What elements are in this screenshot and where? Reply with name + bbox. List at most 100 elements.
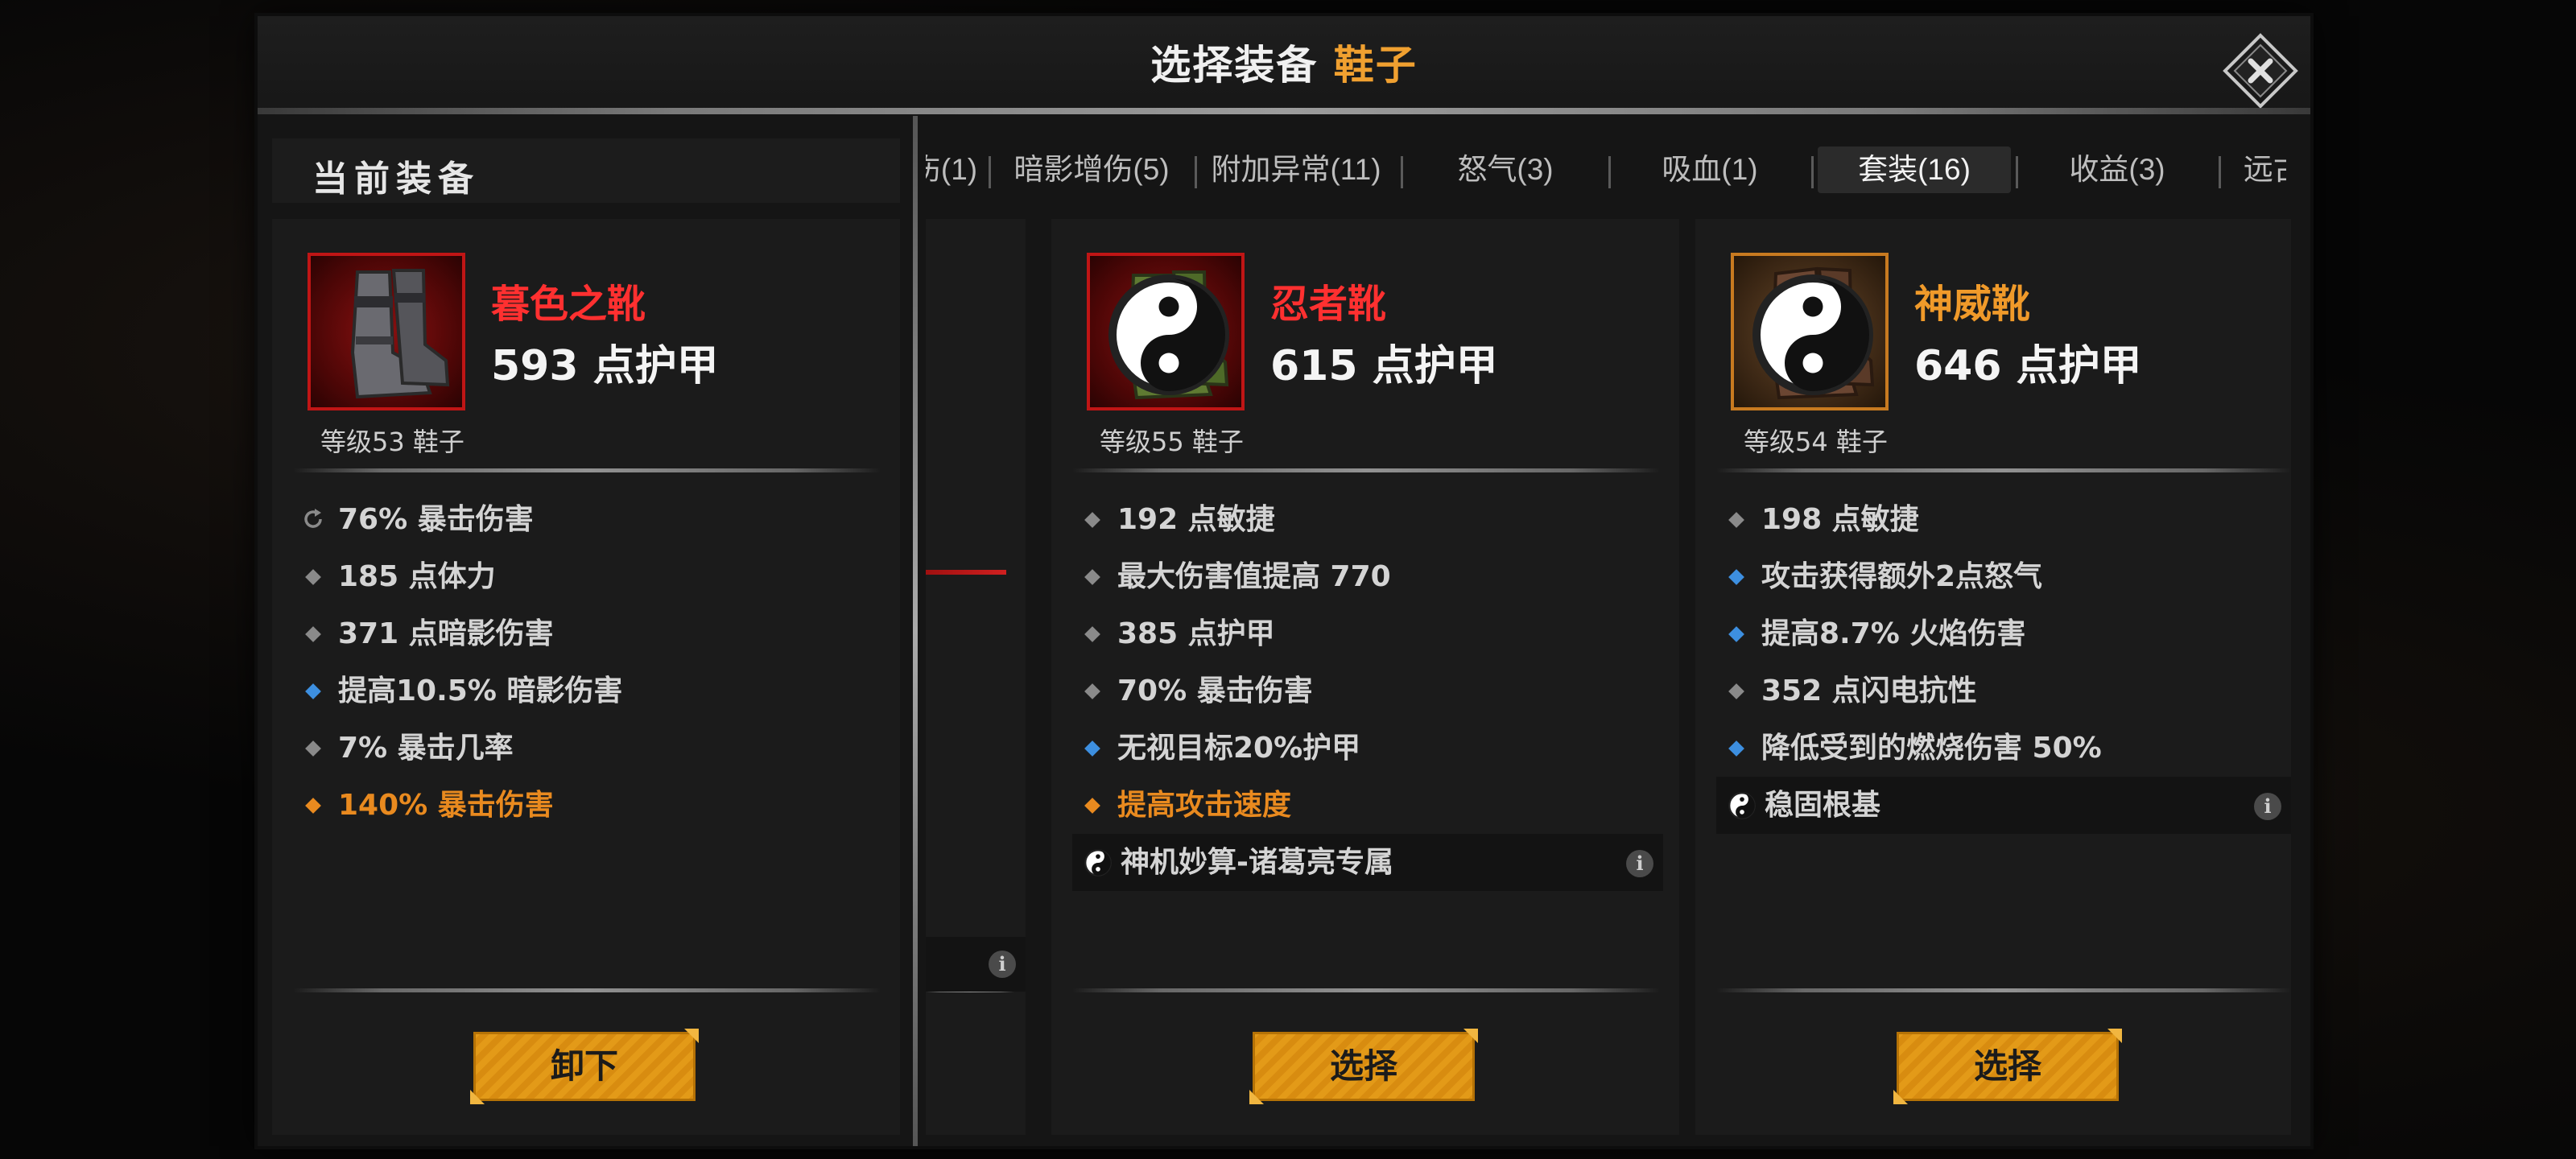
gray-diamond-icon bbox=[1084, 683, 1100, 699]
stat-line: 提高8.7% 火焰伤害 bbox=[1716, 605, 2291, 662]
item-name: 暮色之靴 bbox=[491, 282, 646, 327]
stats-divider bbox=[293, 468, 881, 472]
yin-yang-icon bbox=[1084, 849, 1112, 876]
title-bar: 选择装备 鞋子 bbox=[258, 16, 2310, 114]
tab-separator bbox=[1608, 156, 1611, 188]
refresh-icon bbox=[304, 509, 322, 528]
stats-list: 76% 暴击伤害 185 点体力 371 点暗影伤害 提高10.5% 暗影伤害 … bbox=[293, 491, 889, 834]
dialog-title: 选择装备 鞋子 bbox=[1150, 42, 1417, 89]
gray-diamond-icon bbox=[1084, 512, 1100, 528]
close-button[interactable] bbox=[2220, 31, 2301, 111]
blue-diamond-icon bbox=[1728, 626, 1744, 642]
dialog-title-slot: 鞋子 bbox=[1333, 42, 1418, 89]
stat-line: 提高10.5% 暗影伤害 bbox=[293, 662, 889, 720]
gray-diamond-icon bbox=[305, 740, 321, 757]
stat-line: 最大伤害值提高 770 bbox=[1072, 548, 1663, 605]
current-item-card: 暮色之靴 593 点护甲 等级53 鞋子 76% 暴击伤害 185 点体力 37… bbox=[272, 219, 900, 1135]
stat-line-legendary: 140% 暴击伤害 bbox=[293, 777, 889, 834]
filter-tabs: 伤(1) 暗影增伤(5) 附加异常(11) 怒气(3) 吸血(1) 套装(16)… bbox=[926, 140, 2286, 200]
blue-diamond-icon bbox=[1728, 740, 1744, 757]
stat-line: 70% 暴击伤害 bbox=[1072, 662, 1663, 720]
dialog-title-prefix: 选择装备 bbox=[1150, 42, 1319, 89]
select-button[interactable]: 选择 bbox=[1897, 1032, 2119, 1101]
item-level: 等级55 鞋子 bbox=[1100, 427, 1244, 457]
gray-diamond-icon bbox=[1728, 683, 1744, 699]
gray-diamond-icon bbox=[1084, 626, 1100, 642]
blue-diamond-icon bbox=[1084, 740, 1100, 757]
stat-line: 198 点敏捷 bbox=[1716, 491, 2291, 548]
stats-list: 198 点敏捷 攻击获得额外2点怒气 提高8.7% 火焰伤害 352 点闪电抗性… bbox=[1716, 491, 2291, 834]
item-level: 等级53 鞋子 bbox=[320, 427, 464, 457]
footer-divider bbox=[293, 988, 881, 992]
red-accent-bar bbox=[926, 570, 1006, 575]
equipment-select-dialog: 选择装备 鞋子 当前装备 暮色之靴 593 点护甲 等级53 鞋子 76% 暴击… bbox=[258, 16, 2310, 1146]
gray-diamond-icon bbox=[1084, 569, 1100, 585]
tab-item[interactable]: 怒气(3) bbox=[1407, 146, 1604, 193]
item-card-partial[interactable]: i bbox=[926, 219, 1026, 1135]
item-icon-frame bbox=[1087, 253, 1245, 410]
panel-divider bbox=[913, 116, 918, 1146]
stat-line: 无视目标20%护甲 bbox=[1072, 720, 1663, 777]
item-armor: 615 点护甲 bbox=[1270, 342, 1498, 390]
tab-item[interactable]: 远古/ bbox=[2225, 146, 2286, 193]
orange-diamond-icon bbox=[1084, 798, 1100, 814]
stat-line: 76% 暴击伤害 bbox=[293, 491, 889, 548]
item-armor: 593 点护甲 bbox=[491, 342, 719, 390]
tab-separator bbox=[2219, 156, 2221, 188]
stat-line: 192 点敏捷 bbox=[1072, 491, 1663, 548]
tab-item[interactable]: 吸血(1) bbox=[1613, 146, 1806, 193]
stats-divider bbox=[1716, 468, 2291, 472]
tab-item[interactable]: 伤(1) bbox=[926, 146, 979, 193]
tab-separator bbox=[1195, 156, 1197, 188]
tab-item[interactable]: 暗影增伤(5) bbox=[995, 146, 1188, 193]
tab-item[interactable]: 收益(3) bbox=[2021, 146, 2214, 193]
set-line-partial: i bbox=[926, 937, 1026, 992]
select-button[interactable]: 选择 bbox=[1253, 1032, 1475, 1101]
blue-diamond-icon bbox=[305, 683, 321, 699]
footer-divider bbox=[1072, 988, 1660, 992]
stat-line: 7% 暴击几率 bbox=[293, 720, 889, 777]
gray-diamond-icon bbox=[1728, 512, 1744, 528]
tab-item-active[interactable]: 套装(16) bbox=[1818, 146, 2011, 193]
stats-list: 192 点敏捷 最大伤害值提高 770 385 点护甲 70% 暴击伤害 无视目… bbox=[1072, 491, 1663, 891]
yin-yang-icon bbox=[1728, 792, 1756, 819]
item-card[interactable]: 忍者靴 615 点护甲 等级55 鞋子 192 点敏捷 最大伤害值提高 770 … bbox=[1051, 219, 1679, 1135]
title-divider bbox=[258, 108, 2310, 114]
yin-yang-icon bbox=[1108, 274, 1229, 395]
yin-yang-icon bbox=[1752, 274, 1873, 395]
item-armor: 646 点护甲 bbox=[1914, 342, 2142, 390]
stat-line: 降低受到的燃烧伤害 50% bbox=[1716, 720, 2291, 777]
item-level: 等级54 鞋子 bbox=[1744, 427, 1888, 457]
tab-separator bbox=[989, 156, 991, 188]
info-icon[interactable]: i bbox=[2254, 793, 2281, 820]
stat-line: 371 点暗影伤害 bbox=[293, 605, 889, 662]
item-name: 神威靴 bbox=[1914, 282, 2031, 327]
blue-diamond-icon bbox=[1728, 569, 1744, 585]
info-icon[interactable]: i bbox=[1626, 850, 1653, 877]
tab-item[interactable]: 附加异常(11) bbox=[1199, 146, 1393, 193]
item-icon-frame bbox=[308, 253, 465, 410]
set-bonus-line: 稳固根基 i bbox=[1716, 777, 2291, 834]
set-bonus-line: 神机妙算-诸葛亮专属 i bbox=[1072, 834, 1663, 891]
unequip-button[interactable]: 卸下 bbox=[473, 1032, 696, 1101]
close-x-diamond-icon bbox=[2223, 33, 2298, 109]
orange-diamond-icon bbox=[305, 798, 321, 814]
current-equipment-header: 当前装备 bbox=[272, 138, 900, 203]
tab-separator bbox=[1401, 156, 1403, 188]
stats-divider bbox=[1072, 468, 1660, 472]
stat-line: 352 点闪电抗性 bbox=[1716, 662, 2291, 720]
gray-diamond-icon bbox=[305, 626, 321, 642]
boots-icon bbox=[350, 269, 450, 399]
stat-line: 185 点体力 bbox=[293, 548, 889, 605]
item-icon-frame bbox=[1731, 253, 1889, 410]
item-name: 忍者靴 bbox=[1270, 282, 1387, 327]
tab-separator bbox=[1811, 156, 1814, 188]
item-card[interactable]: 神威靴 646 点护甲 等级54 鞋子 198 点敏捷 攻击获得额外2点怒气 提… bbox=[1695, 219, 2291, 1135]
current-equipment-label: 当前装备 bbox=[312, 159, 480, 200]
stat-line: 攻击获得额外2点怒气 bbox=[1716, 548, 2291, 605]
info-icon[interactable]: i bbox=[989, 951, 1016, 978]
tab-separator bbox=[2016, 156, 2018, 188]
content-area: 当前装备 暮色之靴 593 点护甲 等级53 鞋子 76% 暴击伤害 185 点… bbox=[258, 116, 2310, 1146]
footer-divider bbox=[1716, 988, 2291, 992]
gray-diamond-icon bbox=[305, 569, 321, 585]
